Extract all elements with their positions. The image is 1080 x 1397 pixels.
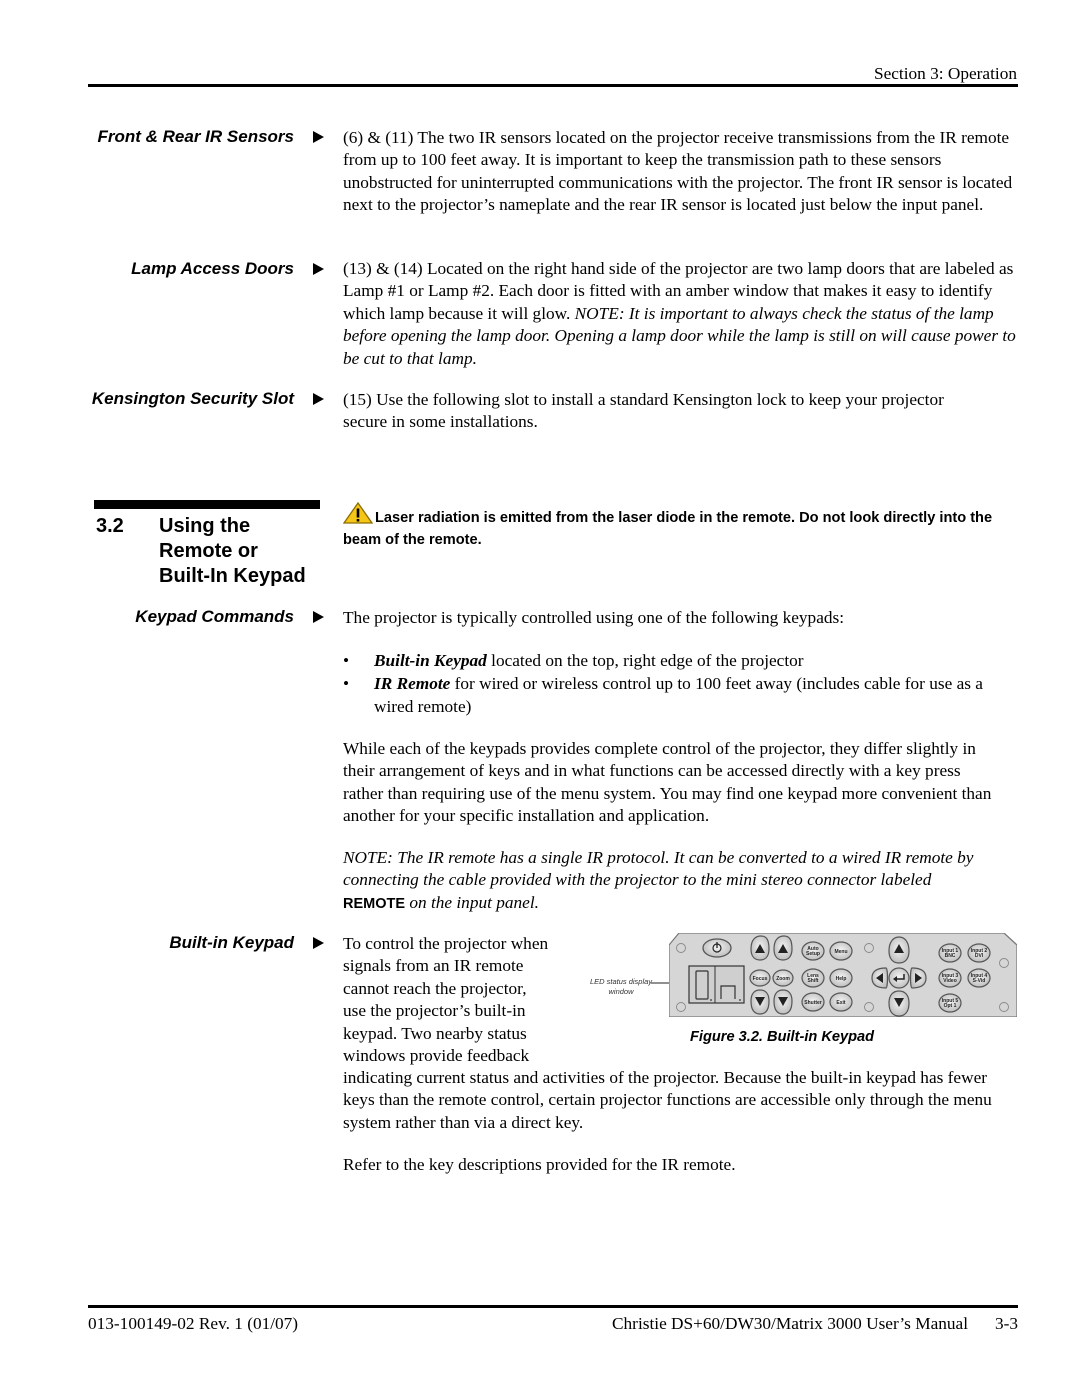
text-line: To control the projector when xyxy=(343,934,549,953)
warning-triangle-icon xyxy=(342,501,374,524)
bullet-text: located on the top, right edge of the pr… xyxy=(486,651,804,670)
focus-up-key[interactable] xyxy=(750,935,770,961)
side-heading-lamp-doors: Lamp Access Doors xyxy=(131,259,294,278)
builtin-keypad-figure: Focus Zoom Auto Setup Menu Lens Shift Help… xyxy=(669,933,1017,1017)
exit-key[interactable]: Exit xyxy=(829,992,853,1012)
arrow-icon xyxy=(313,131,324,143)
zoom-up-key[interactable] xyxy=(773,935,793,961)
refer-paragraph: Refer to the key descriptions provided f… xyxy=(343,1155,736,1174)
section-number: 3.2 xyxy=(96,515,124,537)
nav-up-key[interactable] xyxy=(888,936,910,964)
figure-caption: Figure 3.2. Built-in Keypad xyxy=(690,1029,875,1045)
help-key[interactable]: Help xyxy=(829,968,853,988)
running-header: Section 3: Operation xyxy=(873,64,1017,83)
keypad-list: • Built-in Keypad located on the top, rig… xyxy=(343,650,1008,718)
focus-key-label: Focus xyxy=(753,976,768,982)
list-item: • IR Remote for wired or wireless control… xyxy=(343,673,1008,718)
note-keyword: REMOTE xyxy=(343,895,406,912)
section-title-line: Built-In Keypad xyxy=(159,565,306,587)
header-rule xyxy=(88,84,1018,87)
text-line: keypad. Two nearby status xyxy=(343,1023,527,1043)
input5-key-label: Opt 1 xyxy=(944,1003,957,1009)
input2-key-label: DVI xyxy=(975,953,984,959)
power-key[interactable] xyxy=(702,938,732,958)
ir-remote-note: NOTE: The IR remote has a single IR prot… xyxy=(343,847,993,915)
bullet-icon: • xyxy=(343,651,350,670)
led-display-window xyxy=(688,965,745,1004)
shutter-key[interactable]: Shutter xyxy=(801,992,825,1012)
section-bar xyxy=(94,500,320,509)
footer-doc-number: 013-100149-02 Rev. 1 (01/07) xyxy=(88,1314,299,1333)
exit-key-label: Exit xyxy=(836,1000,846,1006)
laser-warning: Laser radiation is emitted from the lase… xyxy=(342,501,1003,551)
input4-key-label: S-Vid xyxy=(973,978,986,984)
section-title-line: Remote or xyxy=(159,540,258,562)
footer-manual-title: Christie DS+60/DW30/Matrix 3000 User’s M… xyxy=(612,1314,968,1333)
note-text: NOTE: The IR remote has a single IR prot… xyxy=(343,848,974,890)
side-heading-keypad-commands: Keypad Commands xyxy=(135,607,294,626)
bullet-icon: • xyxy=(343,674,350,694)
input1-key-label: BNC xyxy=(945,953,956,959)
menu-key[interactable]: Menu xyxy=(829,941,853,961)
ir-sensors-paragraph: (6) & (11) The two IR sensors located on… xyxy=(343,128,1013,215)
text-line: signals from an IR remote xyxy=(343,956,524,976)
nav-right-key[interactable] xyxy=(909,967,927,989)
focus-key[interactable]: Focus xyxy=(749,969,771,987)
input2-key[interactable]: Input 2DVI xyxy=(967,943,991,963)
footer-page-number: 3-3 xyxy=(994,1314,1018,1333)
input4-key[interactable]: Input 4S-Vid xyxy=(967,968,991,988)
kensington-paragraph: (15) Use the following slot to install a… xyxy=(343,390,944,432)
text-line: cannot reach the projector, xyxy=(343,978,527,998)
arrow-icon xyxy=(313,393,324,405)
led-callout-label: LED status display window xyxy=(589,977,653,996)
side-heading-ir-sensors: Front & Rear IR Sensors xyxy=(97,127,295,146)
auto-setup-key[interactable]: AutoSetup xyxy=(801,941,825,961)
builtin-keypad-continued: indicating current status and activities… xyxy=(343,1068,992,1132)
auto-setup-key-label: Setup xyxy=(806,951,820,957)
input5-key[interactable]: Input 5Opt 1 xyxy=(938,993,962,1013)
footer-rule xyxy=(88,1305,1018,1308)
builtin-keypad-wrapped-text: To control the projector when signals fr… xyxy=(343,933,548,1067)
warning-text: Laser radiation is emitted from the lase… xyxy=(343,510,993,548)
keypad-intro: The projector is typically controlled us… xyxy=(343,608,845,627)
section-title-line: Using the xyxy=(159,515,251,537)
bullet-keyword: Built-in Keypad xyxy=(374,651,487,670)
keypad-comparison-paragraph: While each of the keypads provides compl… xyxy=(343,739,992,826)
nav-down-key[interactable] xyxy=(888,990,910,1017)
lens-shift-key[interactable]: LensShift xyxy=(801,968,825,988)
input1-key[interactable]: Input 1BNC xyxy=(938,943,962,963)
note-text-end: on the input panel. xyxy=(405,892,539,912)
lens-shift-key-label: Shift xyxy=(807,978,818,984)
side-heading-kensington: Kensington Security Slot xyxy=(91,389,294,408)
input3-key[interactable]: Input 3Video xyxy=(938,968,962,988)
arrow-icon xyxy=(313,263,324,275)
help-key-label: Help xyxy=(836,976,847,982)
section-title: Using the Remote or Built-In Keypad xyxy=(159,514,306,589)
side-heading-builtin-keypad: Built-in Keypad xyxy=(169,933,294,952)
focus-down-key[interactable] xyxy=(750,989,770,1015)
bullet-keyword: IR Remote xyxy=(374,674,451,694)
lamp-doors-paragraph: (13) & (14) Located on the right hand si… xyxy=(343,258,1023,370)
text-line: use the projector’s built-in xyxy=(343,1001,526,1021)
menu-key-label: Menu xyxy=(834,949,847,955)
zoom-key[interactable]: Zoom xyxy=(772,969,794,987)
list-item: • Built-in Keypad located on the top, rig… xyxy=(343,650,1008,672)
zoom-key-label: Zoom xyxy=(776,976,790,982)
zoom-down-key[interactable] xyxy=(773,989,793,1015)
shutter-key-label: Shutter xyxy=(804,1000,822,1006)
bullet-text: for wired or wireless control up to 100 … xyxy=(374,674,983,716)
nav-left-key[interactable] xyxy=(871,967,889,989)
text-line: windows provide feedback xyxy=(343,1046,530,1066)
enter-key[interactable] xyxy=(888,967,910,989)
input3-key-label: Video xyxy=(943,978,957,984)
arrow-icon xyxy=(313,611,324,623)
arrow-icon xyxy=(313,937,324,949)
